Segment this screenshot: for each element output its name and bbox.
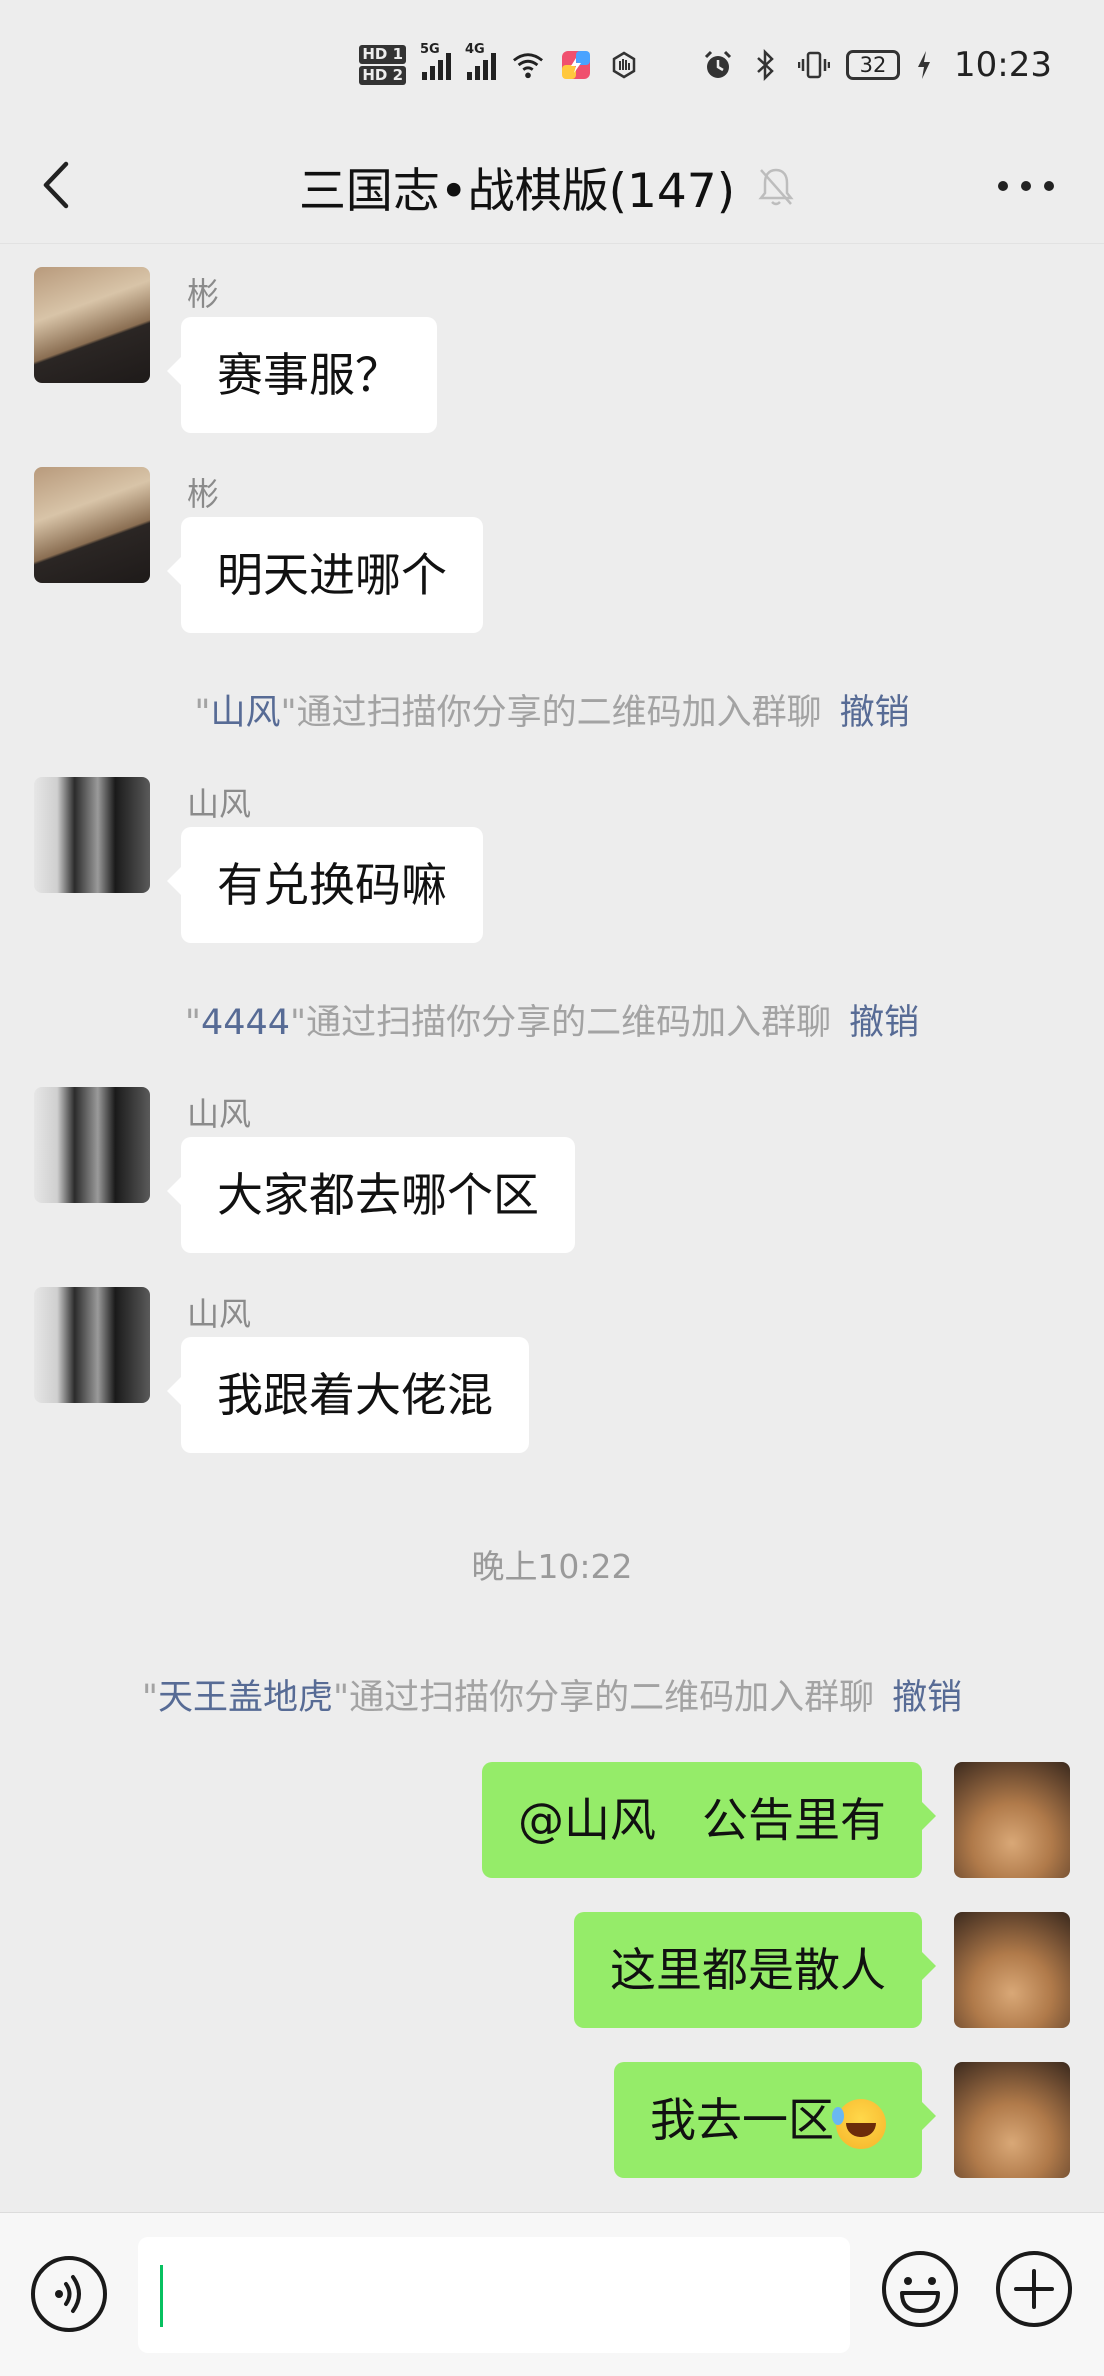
voice-input-button[interactable]: [30, 2255, 108, 2333]
bluetooth-icon: [750, 49, 782, 81]
quote-mark: ": [194, 693, 211, 733]
net2-label: 4G: [465, 42, 485, 57]
plus-icon: [996, 2251, 1072, 2327]
gesture-hand-icon: [608, 49, 640, 81]
dot-icon: [998, 181, 1008, 191]
text-caret: [160, 2265, 163, 2327]
battery-icon: 32: [846, 50, 901, 80]
avatar[interactable]: [34, 267, 150, 383]
sender-name: 山风: [187, 1095, 252, 1133]
message-timestamp: 晚上10:22: [471, 1547, 633, 1586]
message-bubble[interactable]: 有兑换码嘛: [167, 827, 483, 943]
laughing-tears-emoji-icon: [832, 2098, 886, 2149]
net1-label: 5G: [420, 42, 440, 57]
avatar[interactable]: [34, 1287, 150, 1403]
system-notice-text: "通过扫描你分享的二维码加入群聊: [290, 1003, 832, 1043]
more-options-button[interactable]: [998, 168, 1054, 204]
sender-name: 彬: [187, 475, 220, 513]
sender-name: 山风: [187, 1295, 252, 1333]
status-time: 10:23: [954, 45, 1052, 85]
avatar[interactable]: [34, 777, 150, 893]
quote-mark: ": [141, 1678, 158, 1718]
vibrate-icon: [798, 49, 831, 81]
chevron-left-icon: [43, 161, 69, 209]
message-bubble[interactable]: 大家都去哪个区: [167, 1137, 575, 1253]
undo-link[interactable]: 撤销: [840, 693, 910, 733]
input-bar: [0, 2212, 1104, 2376]
message-bubble[interactable]: 赛事服？: [167, 317, 437, 433]
app-notification-icon: [560, 49, 592, 81]
my-avatar[interactable]: [954, 2062, 1070, 2178]
my-avatar[interactable]: [954, 1912, 1070, 2028]
joined-user-name[interactable]: 4444: [201, 1003, 290, 1043]
joined-user-name[interactable]: 天王盖地虎: [158, 1678, 333, 1718]
chat-header: 三国志•战棋版(147): [0, 130, 1104, 244]
message-bubble[interactable]: 明天进哪个: [167, 517, 483, 633]
undo-link[interactable]: 撤销: [892, 1678, 962, 1718]
avatar[interactable]: [34, 467, 150, 583]
my-message-bubble[interactable]: 这里都是散人: [574, 1912, 936, 2028]
emoji-button[interactable]: [880, 2249, 960, 2329]
hd1-label: HD 1: [359, 45, 407, 64]
my-message-bubble[interactable]: @山风 公告里有: [482, 1762, 936, 1878]
system-notice-text: "通过扫描你分享的二维码加入群聊: [280, 693, 822, 733]
back-button[interactable]: [38, 154, 78, 216]
voice-icon: [31, 2256, 107, 2332]
wifi-icon: [512, 49, 544, 81]
undo-link[interactable]: 撤销: [849, 1003, 919, 1043]
hd2-label: HD 2: [359, 66, 407, 85]
signal-4g-icon: 4G: [465, 42, 497, 80]
chat-title: 三国志•战棋版(147): [298, 164, 736, 219]
more-functions-button[interactable]: [994, 2249, 1074, 2329]
charging-icon: [916, 49, 932, 81]
message-bubble[interactable]: 我跟着大佬混: [167, 1337, 529, 1453]
avatar[interactable]: [34, 1087, 150, 1203]
my-message-text: 我去一区: [650, 2093, 834, 2147]
my-avatar[interactable]: [954, 1762, 1070, 1878]
dot-icon: [1021, 181, 1031, 191]
signal-5g-icon: 5G: [420, 42, 452, 80]
smiley-icon: [882, 2251, 958, 2327]
alarm-icon: [702, 49, 734, 81]
system-notice: "天王盖地虎"通过扫描你分享的二维码加入群聊 撤销: [0, 1669, 1104, 1720]
joined-user-name[interactable]: 山风: [210, 693, 280, 733]
quote-mark: ": [184, 1003, 201, 1043]
dot-icon: [1044, 181, 1054, 191]
battery-level: 32: [859, 53, 887, 77]
system-notice-text: "通过扫描你分享的二维码加入群聊: [333, 1678, 875, 1718]
message-input[interactable]: [138, 2237, 850, 2353]
system-notice: "山风"通过扫描你分享的二维码加入群聊 撤销: [0, 684, 1104, 735]
system-notice: "4444"通过扫描你分享的二维码加入群聊 撤销: [0, 994, 1104, 1045]
sender-name: 山风: [187, 785, 252, 823]
hd-indicator: HD 1 HD 2: [359, 44, 407, 86]
my-message-bubble[interactable]: 我去一区: [614, 2062, 936, 2178]
mute-bell-icon: [758, 168, 794, 205]
sender-name: 彬: [187, 275, 220, 313]
status-bar: HD 1 HD 2 5G 4G 32 10:23: [0, 0, 1104, 130]
